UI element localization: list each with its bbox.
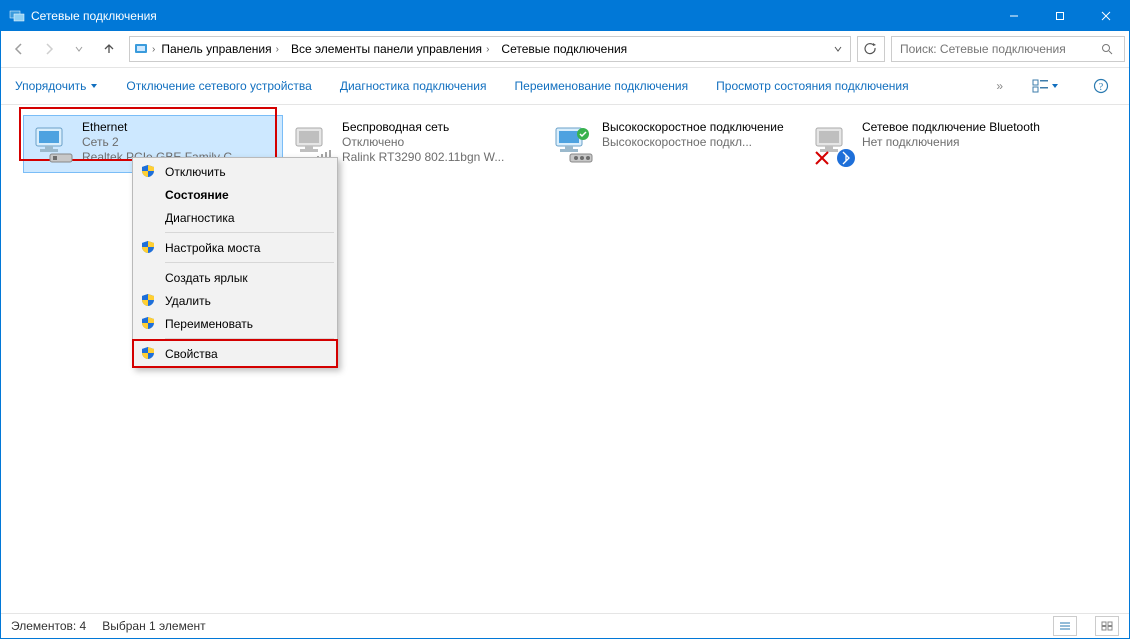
breadcrumb-label: Панель управления (161, 42, 271, 56)
network-adapter-icon (808, 120, 856, 168)
breadcrumb-label: Все элементы панели управления (291, 42, 482, 56)
command-bar: Упорядочить Отключение сетевого устройст… (1, 68, 1129, 105)
menu-label: Свойства (165, 347, 218, 361)
close-button[interactable] (1083, 1, 1129, 31)
details-view-button[interactable] (1053, 616, 1077, 636)
connection-device: Ralink RT3290 802.11bgn W... (342, 150, 504, 165)
menu-separator (165, 232, 334, 233)
maximize-button[interactable] (1037, 1, 1083, 31)
refresh-button[interactable] (857, 36, 885, 62)
uac-shield-icon (141, 164, 157, 180)
more-chevron[interactable]: » (996, 79, 1003, 93)
help-button[interactable]: ? (1087, 74, 1115, 98)
connection-item-bluetooth[interactable]: Сетевое подключение Bluetooth Нет подклю… (803, 115, 1063, 173)
menu-item-status[interactable]: Состояние (135, 183, 335, 206)
network-adapter-icon (548, 120, 596, 168)
statusbar: Элементов: 4 Выбран 1 элемент (1, 613, 1129, 638)
navbar: › Панель управления› Все элементы панели… (1, 31, 1129, 68)
selection-count: Выбран 1 элемент (102, 619, 205, 633)
breadcrumb-item[interactable]: Панель управления› (155, 40, 285, 58)
search-box[interactable] (891, 36, 1125, 62)
menu-label: Отключить (165, 165, 226, 179)
connection-name: Беспроводная сеть (342, 120, 504, 135)
forward-button[interactable] (35, 35, 63, 63)
search-input[interactable] (898, 41, 1101, 57)
menu-item-delete[interactable]: Удалить (135, 289, 335, 312)
connection-status: Нет подключения (862, 135, 1040, 150)
uac-shield-icon (141, 316, 157, 332)
menu-label: Диагностика (165, 211, 235, 225)
menu-item-rename[interactable]: Переименовать (135, 312, 335, 335)
item-count: Элементов: 4 (11, 619, 86, 633)
connection-name: Ethernet (82, 120, 242, 135)
content-area: Ethernet Сеть 2 Realtek PCIe GBE Family … (1, 105, 1129, 613)
uac-shield-icon (141, 346, 157, 362)
up-button[interactable] (95, 35, 123, 63)
breadcrumb-item[interactable]: Сетевые подключения (495, 40, 633, 58)
thumbnails-view-button[interactable] (1095, 616, 1119, 636)
app-icon (9, 8, 25, 24)
window: Сетевые подключения › Панель управления›… (0, 0, 1130, 639)
diagnose-cmd[interactable]: Диагностика подключения (340, 79, 487, 93)
breadcrumb-dropdown[interactable] (828, 45, 848, 53)
organize-menu[interactable]: Упорядочить (15, 79, 98, 93)
network-adapter-icon (28, 120, 76, 168)
menu-item-disable[interactable]: Отключить (135, 160, 335, 183)
window-controls (991, 1, 1129, 31)
rename-cmd[interactable]: Переименование подключения (515, 79, 689, 93)
menu-separator (165, 338, 334, 339)
context-menu: Отключить Состояние Диагностика Настройк… (132, 157, 338, 368)
connection-status: Высокоскоростное подкл... (602, 135, 784, 150)
uac-shield-icon (141, 293, 157, 309)
connection-item-highspeed[interactable]: Высокоскоростное подключение Высокоскоро… (543, 115, 803, 173)
menu-item-bridge[interactable]: Настройка моста (135, 236, 335, 259)
menu-item-shortcut[interactable]: Создать ярлык (135, 266, 335, 289)
view-options-button[interactable] (1031, 74, 1059, 98)
menu-label: Состояние (165, 188, 229, 202)
breadcrumb-item[interactable]: Все элементы панели управления› (285, 40, 495, 58)
menu-label: Создать ярлык (165, 271, 248, 285)
breadcrumb-label: Сетевые подключения (501, 42, 627, 56)
connection-status: Отключено (342, 135, 504, 150)
breadcrumb[interactable]: › Панель управления› Все элементы панели… (129, 36, 851, 62)
view-status-cmd[interactable]: Просмотр состояния подключения (716, 79, 908, 93)
window-title: Сетевые подключения (31, 9, 991, 23)
cmd-label: Упорядочить (15, 79, 86, 93)
menu-label: Переименовать (165, 317, 253, 331)
minimize-button[interactable] (991, 1, 1037, 31)
titlebar: Сетевые подключения (1, 1, 1129, 31)
menu-label: Удалить (165, 294, 211, 308)
control-panel-icon (132, 40, 150, 58)
menu-separator (165, 262, 334, 263)
connection-status: Сеть 2 (82, 135, 242, 150)
menu-item-properties[interactable]: Свойства (135, 342, 335, 365)
connection-name: Сетевое подключение Bluetooth (862, 120, 1040, 135)
svg-text:?: ? (1099, 82, 1104, 93)
recent-dropdown[interactable] (65, 35, 93, 63)
disable-device-cmd[interactable]: Отключение сетевого устройства (126, 79, 311, 93)
search-icon (1101, 43, 1114, 56)
uac-shield-icon (141, 240, 157, 256)
menu-item-diagnose[interactable]: Диагностика (135, 206, 335, 229)
menu-label: Настройка моста (165, 241, 260, 255)
back-button[interactable] (5, 35, 33, 63)
connection-name: Высокоскоростное подключение (602, 120, 784, 135)
